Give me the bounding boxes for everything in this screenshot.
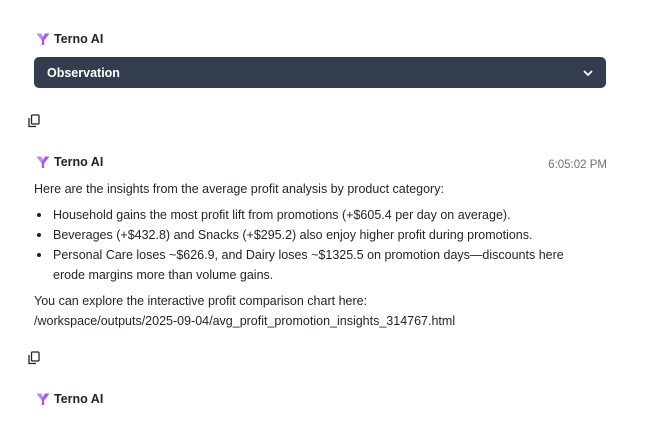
copy-icon[interactable]	[27, 351, 41, 365]
list-item: Household gains the most profit lift fro…	[34, 205, 624, 225]
chevron-down-icon[interactable]	[582, 67, 594, 79]
copy-icon[interactable]	[27, 114, 41, 128]
message-outro: You can explore the interactive profit c…	[34, 291, 624, 331]
agent-name: Terno AI	[54, 32, 104, 46]
observation-label: Observation	[47, 65, 120, 80]
outro-text: You can explore the interactive profit c…	[34, 294, 368, 308]
message-body: Here are the insights from the average p…	[34, 179, 624, 331]
insights-list: Household gains the most profit lift fro…	[34, 205, 624, 285]
message-intro: Here are the insights from the average p…	[34, 182, 444, 196]
agent-header-1: Terno AI	[36, 32, 103, 46]
agent-name: Terno AI	[54, 392, 104, 406]
terno-logo-icon	[36, 156, 50, 168]
agent-header-2: Terno AI	[36, 155, 103, 169]
agent-name: Terno AI	[54, 155, 104, 169]
terno-logo-icon	[36, 393, 50, 405]
list-item: Beverages (+$432.8) and Snacks (+$295.2)…	[34, 225, 624, 245]
message-timestamp: 6:05:02 PM	[548, 159, 607, 171]
list-item: Personal Care loses ~$626.9, and Dairy l…	[34, 245, 624, 285]
agent-header-3: Terno AI	[36, 392, 103, 406]
observation-dropdown[interactable]: Observation	[34, 57, 606, 88]
terno-logo-icon	[36, 33, 50, 45]
chart-file-path[interactable]: /workspace/outputs/2025-09-04/avg_profit…	[34, 311, 624, 331]
